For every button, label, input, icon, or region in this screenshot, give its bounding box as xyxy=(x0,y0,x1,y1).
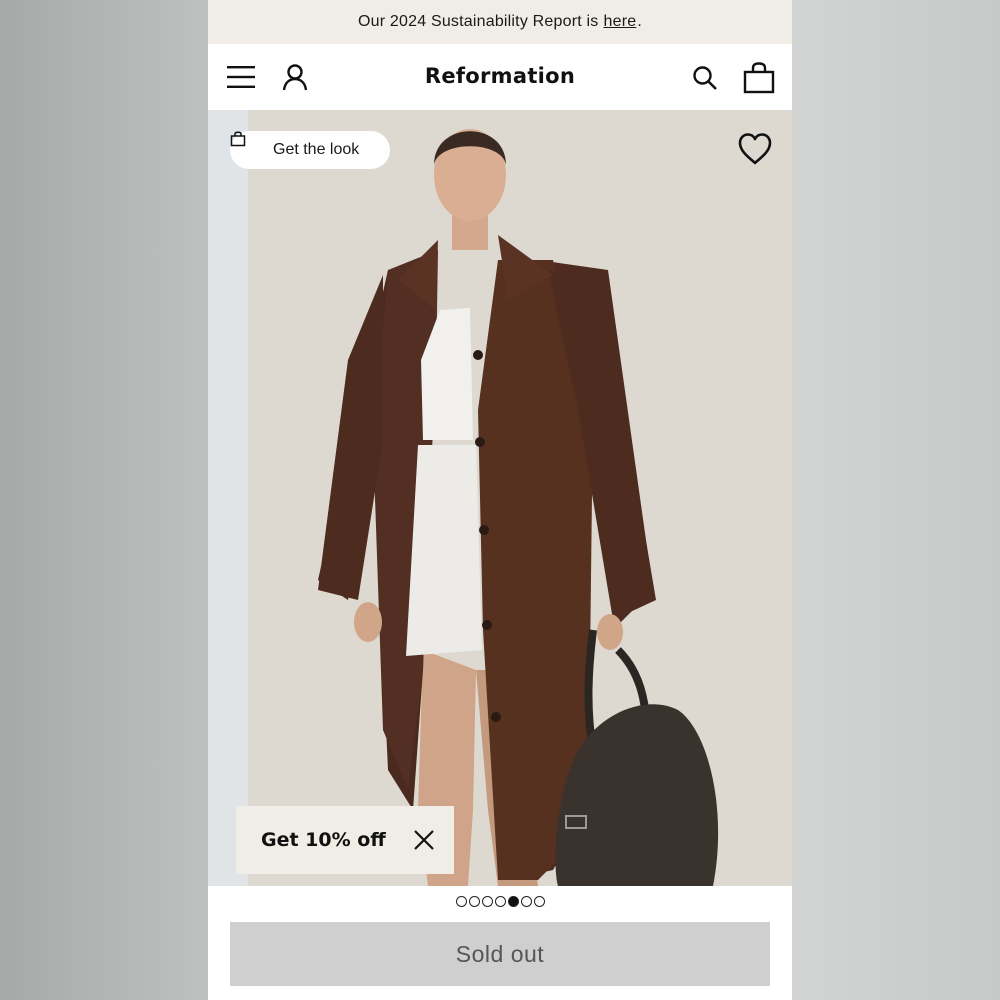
gallery-dot[interactable] xyxy=(494,896,506,907)
gallery-dot[interactable] xyxy=(520,896,532,907)
announcement-text: Our 2024 Sustainability Report is xyxy=(358,13,599,30)
product-photo xyxy=(208,110,792,886)
promo-label[interactable]: Get 10% off xyxy=(261,829,386,851)
product-image-gallery[interactable]: Get the look Get 10% off xyxy=(208,110,792,886)
gallery-dot[interactable] xyxy=(481,896,493,907)
sustainability-report-link[interactable]: here xyxy=(604,13,637,31)
gallery-dot[interactable] xyxy=(455,896,467,907)
heart-icon xyxy=(738,133,772,165)
announcement-suffix: . xyxy=(637,13,642,30)
search-icon xyxy=(693,66,717,90)
gallery-dot-active[interactable] xyxy=(507,896,519,907)
sold-out-button[interactable]: Sold out xyxy=(230,922,770,986)
gallery-dot[interactable] xyxy=(468,896,480,907)
gallery-dot[interactable] xyxy=(533,896,545,907)
close-promo-button[interactable] xyxy=(413,829,435,851)
get-the-look-button[interactable]: Get the look xyxy=(230,131,390,169)
shopping-bag-icon xyxy=(230,131,262,158)
discount-promo-banner: Get 10% off xyxy=(236,806,454,874)
site-header: Reformation xyxy=(208,44,792,110)
wishlist-button[interactable] xyxy=(737,132,773,166)
search-button[interactable] xyxy=(690,63,720,93)
bag-icon xyxy=(743,62,775,94)
announcement-bar: Our 2024 Sustainability Report is here . xyxy=(208,0,792,44)
shopping-bag-button[interactable] xyxy=(742,61,776,95)
mobile-page: Our 2024 Sustainability Report is here .… xyxy=(208,0,792,1000)
gallery-pagination xyxy=(208,896,792,908)
get-the-look-label: Get the look xyxy=(273,141,360,158)
close-icon xyxy=(414,830,434,850)
